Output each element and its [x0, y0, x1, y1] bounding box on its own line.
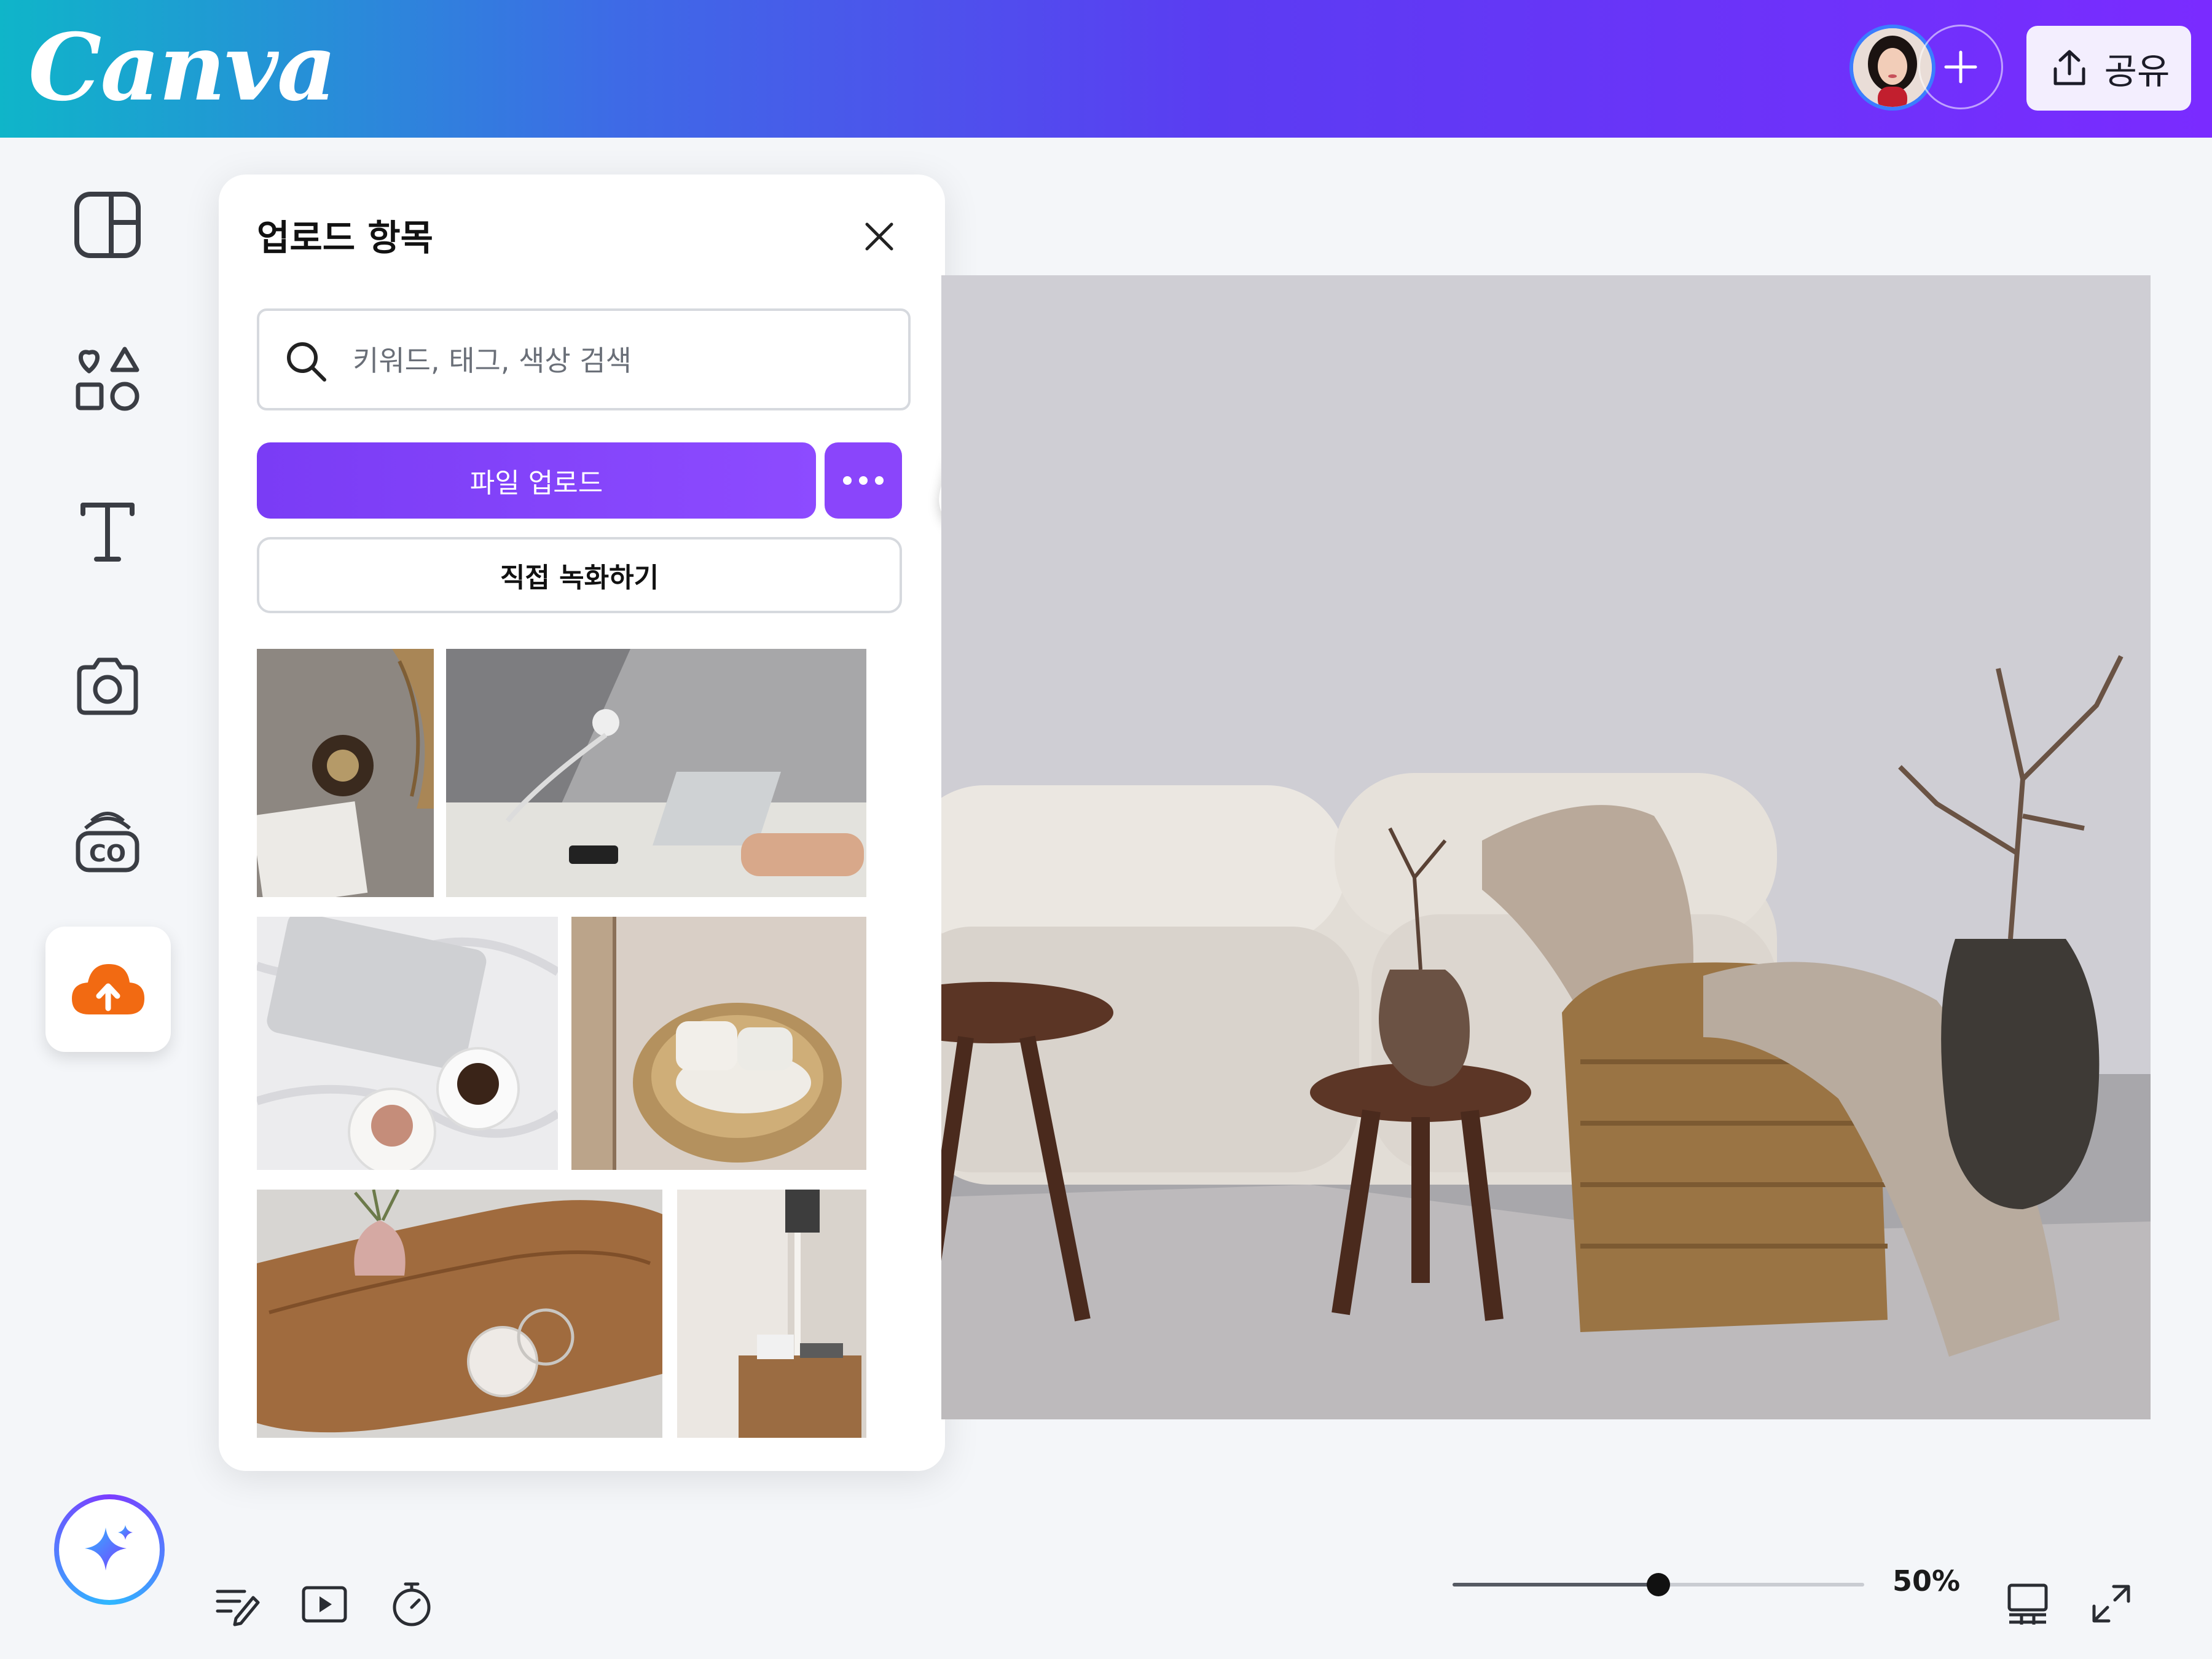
- timer-button[interactable]: [381, 1573, 442, 1634]
- upload-thumbnail[interactable]: [257, 1190, 662, 1438]
- brand-kit-icon: CO: [76, 812, 139, 873]
- canva-logo[interactable]: Canva: [28, 18, 337, 117]
- upload-thumbnail[interactable]: [257, 917, 558, 1170]
- text-icon: [80, 503, 135, 562]
- page-view-button[interactable]: [1997, 1573, 2058, 1634]
- zoom-slider[interactable]: [1453, 1573, 1864, 1596]
- panel-title: 업로드 항목: [257, 217, 433, 259]
- search-input[interactable]: [351, 329, 895, 392]
- notes-icon: [216, 1590, 260, 1626]
- grid-view-icon: [2007, 1583, 2048, 1625]
- magic-ai-button[interactable]: [54, 1494, 165, 1605]
- more-dot: [859, 476, 868, 485]
- rail-photos-button[interactable]: [46, 624, 169, 747]
- zoom-slider-fill: [1453, 1583, 1658, 1586]
- expand-icon: [2092, 1585, 2130, 1623]
- rail-text-button[interactable]: [46, 471, 169, 594]
- more-options-button[interactable]: [825, 442, 902, 519]
- rail-uploads-button[interactable]: [45, 927, 171, 1052]
- upload-thumbnail[interactable]: [446, 649, 866, 897]
- add-collaborator-button[interactable]: [1918, 25, 2003, 109]
- top-bar: Canva 공유: [0, 0, 2212, 138]
- upload-thumbnail[interactable]: [677, 1190, 866, 1438]
- share-button[interactable]: 공유: [2026, 26, 2191, 111]
- play-icon: [302, 1586, 347, 1623]
- rail-design-button[interactable]: [46, 163, 169, 286]
- layout-icon: [74, 192, 141, 258]
- more-dot: [843, 476, 852, 485]
- living-room-photo: [941, 275, 2151, 1419]
- share-label: 공유: [2104, 50, 2170, 92]
- search-icon: [287, 342, 326, 382]
- more-dot: [875, 476, 884, 485]
- upload-thumbnail[interactable]: [257, 649, 434, 897]
- uploads-panel: 업로드 항목 파일 업로드 직접 녹화하기: [219, 175, 945, 1471]
- camera-icon: [77, 657, 138, 715]
- rail-elements-button[interactable]: [46, 317, 169, 440]
- search-box: [257, 308, 911, 410]
- design-canvas[interactable]: [941, 275, 2151, 1419]
- close-icon: [865, 222, 893, 251]
- zoom-level[interactable]: 50%: [1892, 1564, 1960, 1598]
- cloud-upload-icon: [72, 964, 144, 1014]
- rail-brand-button[interactable]: CO: [46, 778, 169, 901]
- fullscreen-button[interactable]: [2081, 1573, 2142, 1634]
- plus-icon: [1944, 50, 1977, 84]
- zoom-slider-handle[interactable]: [1647, 1573, 1670, 1596]
- share-upload-icon: [2053, 50, 2085, 85]
- shapes-icon: [76, 347, 139, 411]
- present-button[interactable]: [294, 1573, 355, 1634]
- upload-thumbnail[interactable]: [571, 917, 866, 1170]
- record-yourself-button[interactable]: 직접 녹화하기: [257, 537, 902, 613]
- upload-files-button[interactable]: 파일 업로드: [257, 442, 816, 519]
- svg-text:CO: CO: [89, 840, 126, 867]
- timer-icon: [393, 1582, 431, 1626]
- notes-button[interactable]: [206, 1573, 268, 1634]
- close-panel-button[interactable]: [852, 209, 907, 264]
- sparkle-icon: [85, 1525, 133, 1571]
